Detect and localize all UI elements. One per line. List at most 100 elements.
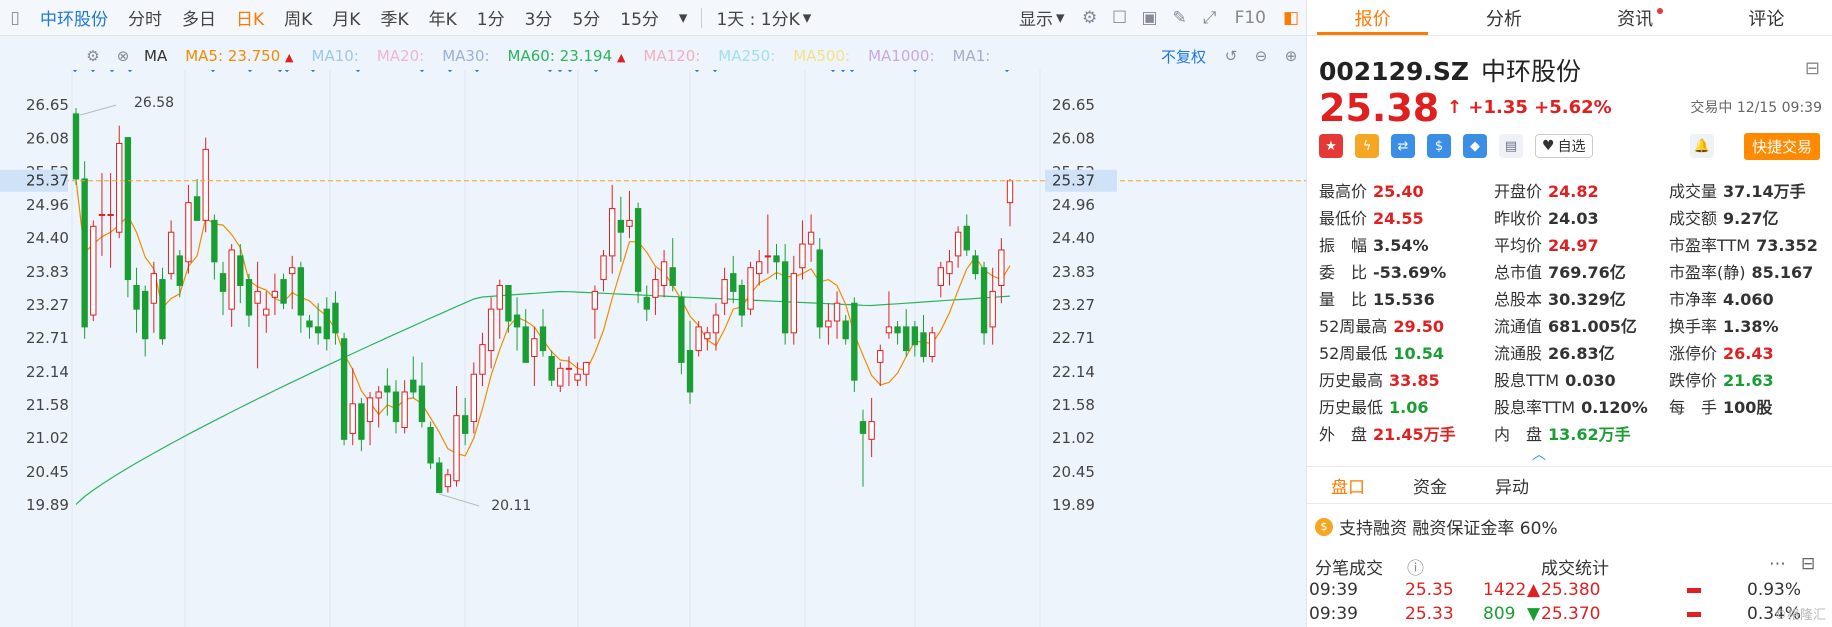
f10-button[interactable]: F10 xyxy=(1225,8,1276,28)
alert-bell-icon[interactable]: 🔔 xyxy=(1690,134,1714,158)
tag-icon[interactable]: ◆ xyxy=(1463,134,1487,158)
candle-body xyxy=(505,284,512,322)
stat-value: 37.14万手 xyxy=(1723,181,1806,201)
period-tab[interactable]: 日K xyxy=(226,5,274,30)
tab-funds[interactable]: 资金 xyxy=(1389,467,1471,503)
more-icon[interactable]: ⋯ xyxy=(1769,554,1786,574)
add-favorite-button[interactable]: ♥ 自选 xyxy=(1535,134,1593,158)
stat-key: 总股本 xyxy=(1494,289,1543,309)
period-tab[interactable]: 周K xyxy=(274,5,322,30)
period-tab[interactable]: 3分 xyxy=(515,5,563,30)
tab-analysis[interactable]: 分析 xyxy=(1438,0,1569,35)
report-icon[interactable]: ▤ xyxy=(1499,134,1523,158)
candle-body xyxy=(557,367,564,387)
margin-info: $ 支持融资 融资保证金率 60% xyxy=(1315,514,1558,539)
candle-body xyxy=(972,255,979,275)
gear-icon[interactable]: ⚙ xyxy=(82,45,104,67)
change-percent: +5.62% xyxy=(1534,97,1612,118)
candle-body xyxy=(219,273,227,292)
help-icon[interactable]: ⓘ xyxy=(1407,554,1424,579)
tab-order-book[interactable]: 盘口 xyxy=(1307,467,1389,503)
shuffle-icon[interactable]: ⇄ xyxy=(1391,134,1415,158)
y-tick-left: 23.83 xyxy=(26,263,69,281)
event-marker xyxy=(591,63,601,73)
candle-body xyxy=(107,213,114,216)
ma-label[interactable]: MA xyxy=(144,47,167,65)
candle-body xyxy=(150,273,158,304)
heart-icon: ♥ xyxy=(1542,138,1555,154)
layout-box-icon[interactable]: ☐ xyxy=(1109,7,1131,29)
tab-comments-label: 评论 xyxy=(1748,8,1785,30)
tab-alerts[interactable]: 异动 xyxy=(1471,467,1553,503)
event-marker xyxy=(910,63,920,73)
tab-comments[interactable]: 评论 xyxy=(1701,0,1832,35)
period-tab[interactable]: 月K xyxy=(322,5,370,30)
stat-cell: 委 比 -53.69% xyxy=(1319,259,1494,283)
interval-dropdown[interactable]: ▾ xyxy=(669,8,698,28)
candle-body xyxy=(652,279,659,298)
candlestick-chart[interactable]: 26.6526.6526.0826.0825.5225.5224.9624.96… xyxy=(0,63,1306,627)
deal-percent: 0.93% xyxy=(1747,580,1802,600)
stat-key: 市盈率(静) xyxy=(1669,262,1746,282)
stat-value: 73.352 xyxy=(1756,235,1818,255)
period-tab[interactable]: 15分 xyxy=(610,5,669,30)
panel-toggle-icon[interactable]: ◧ xyxy=(1280,7,1302,29)
event-marker xyxy=(275,63,285,73)
draw-pen-icon[interactable]: ✎ xyxy=(1169,7,1191,29)
stat-value: 26.43 xyxy=(1723,343,1774,363)
candle-body xyxy=(669,267,676,286)
stat-cell: 跌停价 21.63 xyxy=(1669,367,1825,391)
close-icon[interactable]: ⊗ xyxy=(112,45,134,67)
stock-name-tab[interactable]: 中环股份 xyxy=(30,5,118,30)
stock-name: 中环股份 xyxy=(1481,57,1582,86)
display-dropdown[interactable]: 显示 ▾ xyxy=(1009,5,1075,31)
period-tab[interactable]: 年K xyxy=(419,5,467,30)
candle-body xyxy=(781,261,789,334)
fullscreen-icon[interactable]: ⤢ xyxy=(1199,7,1221,29)
sidebar-toggle-icon[interactable]: ▯ xyxy=(4,7,26,29)
expand-icon[interactable]: ⊟ xyxy=(1801,554,1815,574)
candle-body xyxy=(704,332,711,340)
collapse-panel-icon[interactable]: ⊟ xyxy=(1805,58,1820,79)
period-tab[interactable]: 5分 xyxy=(562,5,610,30)
zoom-out-icon[interactable]: ⊖ xyxy=(1250,45,1272,67)
candle-body xyxy=(721,279,728,304)
dollar-icon[interactable]: $ xyxy=(1427,134,1451,158)
period-tab[interactable]: 1分 xyxy=(467,5,515,30)
period-tab[interactable]: 分时 xyxy=(118,5,172,30)
stat-key: 开盘价 xyxy=(1494,181,1543,201)
watermark: ©格隆汇 xyxy=(1773,608,1826,623)
period-tab[interactable]: 多日 xyxy=(172,5,226,30)
candle-body xyxy=(539,326,547,352)
stats-row: 最高价 25.40 开盘价 24.82 成交量 37.14万手 xyxy=(1319,176,1825,203)
event-marker xyxy=(353,63,363,73)
settings-gear-icon[interactable]: ⚙ xyxy=(1079,7,1101,29)
china-flag-icon[interactable]: ★ xyxy=(1319,134,1343,158)
y-tick-left: 22.14 xyxy=(26,363,69,381)
candle-body xyxy=(937,267,944,286)
undo-icon[interactable]: ↺ xyxy=(1220,45,1242,67)
trade-status: 交易中 12/15 09:39 xyxy=(1690,100,1822,116)
multi-view-dropdown[interactable]: 1天 : 1分K ▾ xyxy=(706,5,821,31)
toolbar-divider xyxy=(701,7,703,28)
ma120-label: MA120: xyxy=(643,47,701,65)
tab-quote[interactable]: 报价 xyxy=(1307,0,1438,35)
zoom-in-icon[interactable]: ⊕ xyxy=(1280,45,1302,67)
period-tab[interactable]: 季K xyxy=(370,5,418,30)
adjust-dropdown[interactable]: 不复权 xyxy=(1161,46,1206,67)
collapse-stats-icon[interactable]: ︿ xyxy=(1532,444,1546,464)
stat-value: 13.62万手 xyxy=(1548,424,1631,444)
stat-key: 量 比 xyxy=(1319,289,1368,309)
candle-body xyxy=(877,350,884,363)
tab-news[interactable]: 资讯 xyxy=(1570,0,1701,35)
quote-stats-grid: 最高价 25.40 开盘价 24.82 成交量 37.14万手 最低价 24.55 昨收价 24.… xyxy=(1319,176,1825,446)
quick-trade-button[interactable]: 快捷交易 xyxy=(1743,133,1820,160)
stat-key: 振 幅 xyxy=(1319,235,1368,255)
event-marker xyxy=(445,63,455,73)
candle-body xyxy=(617,219,625,233)
camera-icon[interactable]: ▣ xyxy=(1139,7,1161,29)
lightning-icon[interactable]: ϟ xyxy=(1355,134,1379,158)
stat-key: 内 盘 xyxy=(1494,424,1543,444)
candle-body xyxy=(487,308,495,352)
stat-value: 100股 xyxy=(1723,397,1773,417)
